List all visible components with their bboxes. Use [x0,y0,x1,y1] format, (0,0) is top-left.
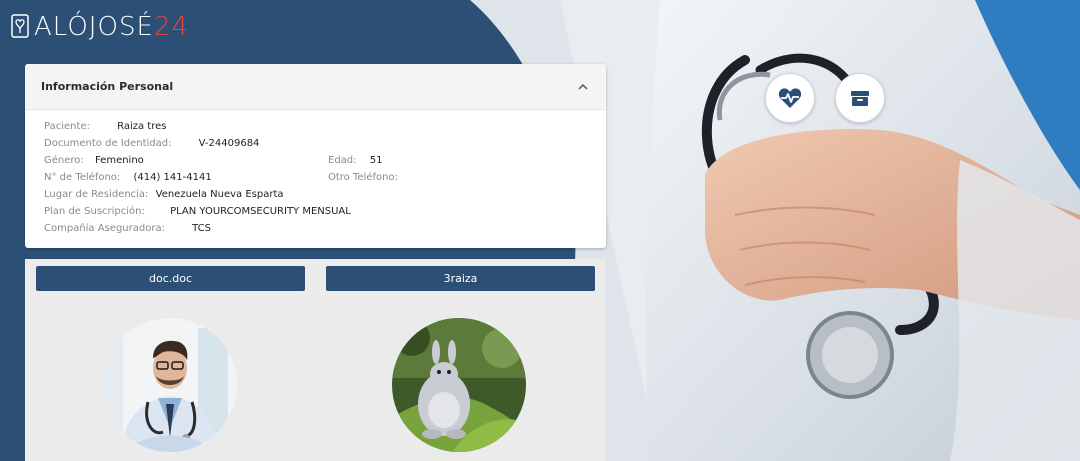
phone-label: N° de Teléfono: [44,172,121,183]
user-avatar-3raiza[interactable] [392,318,526,452]
phone-value: (414) 141-4141 [133,172,212,183]
archive-box-icon [851,91,869,106]
patient-row: Paciente: Raiza tres [44,121,166,132]
stethoscope-heart-icon [11,14,29,38]
heartbeat-icon [778,88,802,108]
document-row: Documento de Identidad: V-24409684 [44,138,259,149]
chevron-up-icon[interactable] [576,80,590,94]
gender-value: Femenino [94,155,144,166]
brand-name-accent: 24 [153,12,189,42]
archive-button[interactable] [835,73,885,123]
doctor-avatar[interactable] [103,318,237,452]
age-row: Edad: 51 [328,155,382,166]
personal-info-title: Información Personal [41,80,174,93]
brand-name-prefix: ALÓJOSÉ [34,12,154,42]
document-button-3raiza[interactable]: 3raiza [326,266,595,291]
documents-panel: doc.doc 3raiza [25,259,606,461]
insurer-label: Compañía Aseguradora: [44,223,165,234]
document-button-doc[interactable]: doc.doc [36,266,305,291]
insurer-row: Compañía Aseguradora: TCS [44,223,211,234]
other-phone-label: Otro Teléfono: [328,172,398,183]
cartoon-bunny-photo [392,318,526,452]
brand-name: ALÓJOSÉ24 [34,12,189,42]
patient-label: Paciente: [44,121,90,132]
gender-label: Género: [44,155,84,166]
plan-label: Plan de Suscripción: [44,206,145,217]
residence-value: Venezuela Nueva Esparta [155,189,284,200]
phone-row: N° de Teléfono: (414) 141-4141 [44,172,212,183]
patient-value: Raiza tres [117,121,167,132]
document-value: V-24409684 [198,138,260,149]
document-label: Documento de Identidad: [44,138,172,149]
insurer-value: TCS [192,223,211,234]
personal-info-body: Paciente: Raiza tres Documento de Identi… [25,110,606,248]
other-phone-row: Otro Teléfono: [328,172,398,183]
age-value: 51 [369,155,383,166]
residence-label: Lugar de Residencia: [44,189,149,200]
plan-row: Plan de Suscripción: PLAN YOURCOMSECURIT… [44,206,351,217]
plan-value: PLAN YOURCOMSECURITY MENSUAL [170,206,351,217]
health-records-button[interactable] [765,73,815,123]
residence-row: Lugar de Residencia: Venezuela Nueva Esp… [44,189,284,200]
brand-logo[interactable]: ALÓJOSÉ24 [10,8,189,46]
gender-row: Género: Femenino [44,155,144,166]
age-label: Edad: [328,155,357,166]
personal-info-header[interactable]: Información Personal [25,64,606,110]
doctor-photo [103,318,237,452]
personal-info-panel: Información Personal Paciente: Raiza tre… [25,64,606,248]
